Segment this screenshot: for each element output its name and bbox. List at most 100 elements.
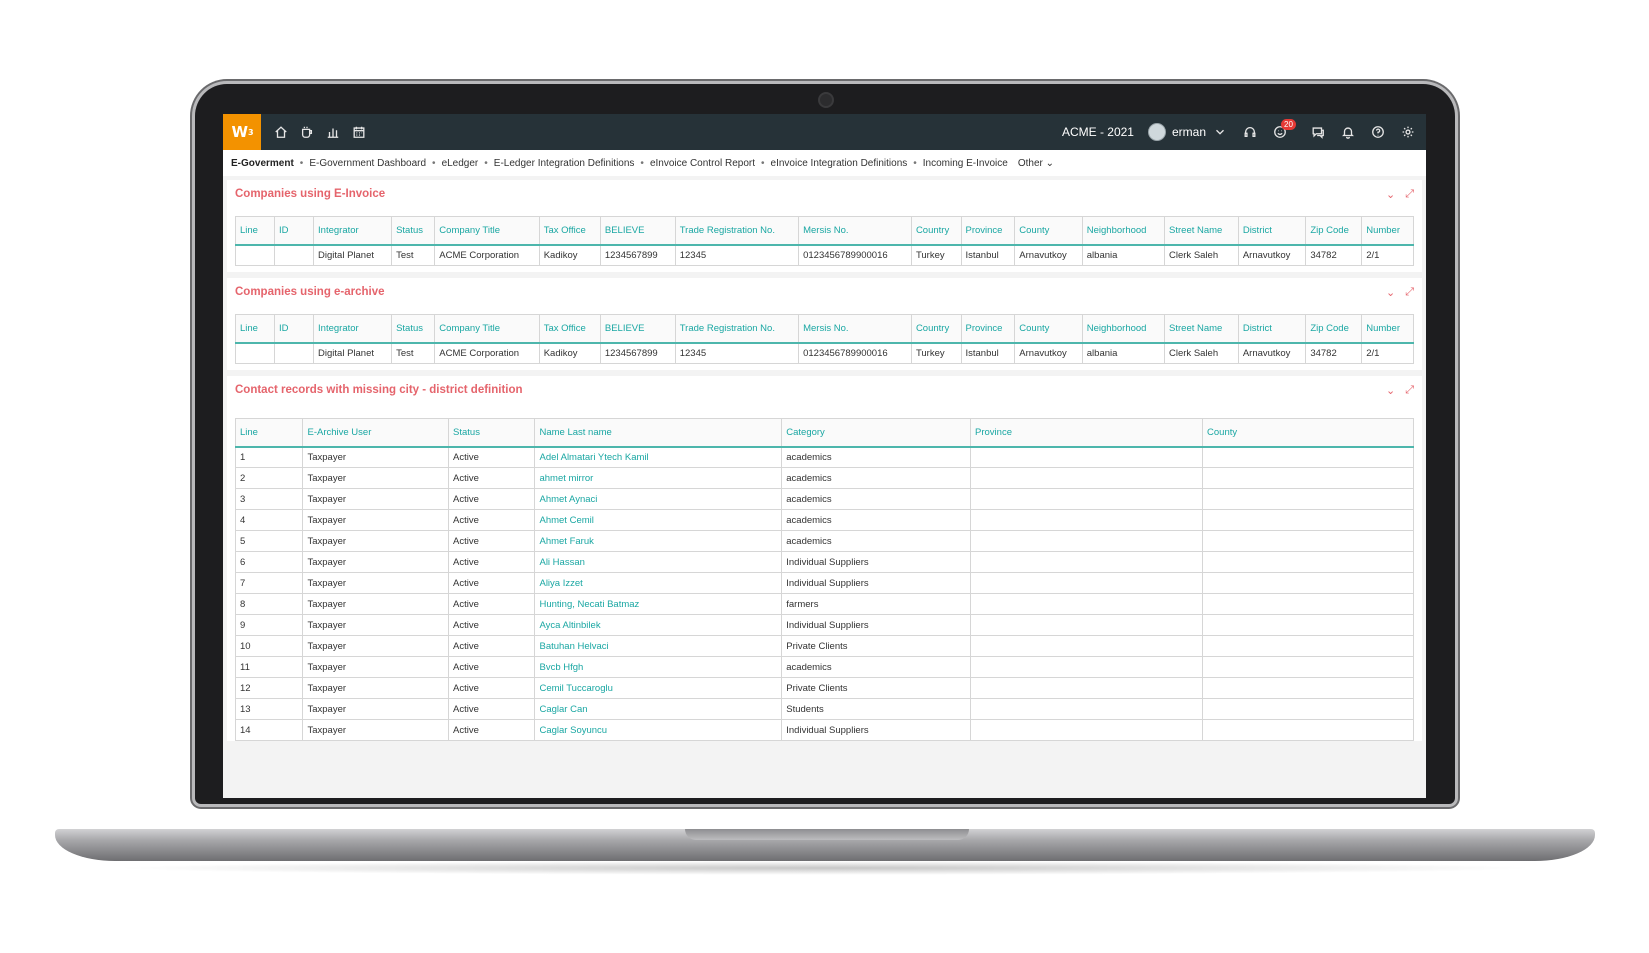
column-header[interactable]: Tax Office xyxy=(538,216,601,246)
table-cell[interactable]: Ahmet Aynaci xyxy=(534,488,783,510)
gear-icon[interactable] xyxy=(1400,124,1416,140)
help-icon[interactable] xyxy=(1370,124,1386,140)
smile-icon[interactable]: 20 xyxy=(1272,119,1296,140)
column-header[interactable]: County xyxy=(1014,314,1083,344)
calendar-icon[interactable] xyxy=(351,124,367,140)
column-header[interactable]: Street Name xyxy=(1164,216,1239,246)
table-row[interactable]: 12 Taxpayer Active Cemil Tuccaroglu Private … xyxy=(234,677,1414,699)
table-cell[interactable]: Batuhan Helvaci xyxy=(534,635,783,657)
breadcrumb-item-eledger[interactable]: eLedger xyxy=(442,158,479,169)
bar-chart-icon[interactable] xyxy=(325,124,341,140)
home-icon[interactable] xyxy=(273,124,289,140)
table-row[interactable]: 7 Taxpayer Active Aliya Izzet Individual Sup… xyxy=(234,572,1414,594)
table-row[interactable]: Digital Planet Test ACME Corporation Kadiko… xyxy=(234,244,1414,266)
expand-icon[interactable]: ⤢ xyxy=(1405,286,1414,299)
table-cell[interactable]: Cemil Tuccaroglu xyxy=(534,677,783,699)
column-header[interactable]: Line xyxy=(234,216,276,246)
column-header[interactable]: Province xyxy=(970,418,1204,448)
breadcrumb-item-eledger-integration[interactable]: E-Ledger Integration Definitions xyxy=(494,158,635,169)
table-cell[interactable]: ahmet mirror xyxy=(534,467,783,489)
column-header[interactable]: Zip Code xyxy=(1305,314,1363,344)
table-row[interactable]: 9 Taxpayer Active Ayca Altinbilek Individual… xyxy=(234,614,1414,636)
column-header[interactable]: BELIEVE xyxy=(599,314,676,344)
table-cell[interactable]: Caglar Can xyxy=(534,698,783,720)
table-row[interactable]: 2 Taxpayer Active ahmet mirror academics xyxy=(234,467,1414,489)
breadcrumb-item-einvoice-integration[interactable]: eInvoice Integration Definitions xyxy=(771,158,908,169)
app-logo[interactable]: W3 xyxy=(223,114,261,150)
breadcrumb-other-menu[interactable]: Other ⌄ xyxy=(1018,158,1054,169)
column-header[interactable]: Status xyxy=(448,418,536,448)
user-menu[interactable]: erman xyxy=(1147,123,1228,141)
column-header[interactable]: District xyxy=(1237,216,1307,246)
table-row[interactable]: 4 Taxpayer Active Ahmet Cemil academics xyxy=(234,509,1414,531)
table-row[interactable]: 1 Taxpayer Active Adel Almatari Ytech Kamil… xyxy=(234,446,1414,468)
table-cell[interactable]: Ahmet Cemil xyxy=(534,509,783,531)
column-header[interactable]: Line xyxy=(234,314,276,344)
column-header[interactable]: Province xyxy=(960,314,1016,344)
column-header[interactable]: Zip Code xyxy=(1305,216,1363,246)
column-header[interactable]: BELIEVE xyxy=(599,216,676,246)
chat-icon[interactable] xyxy=(1310,124,1326,140)
expand-icon[interactable]: ⤢ xyxy=(1405,188,1414,201)
column-header[interactable]: Country xyxy=(910,216,962,246)
table-cell[interactable]: Ahmet Faruk xyxy=(534,530,783,552)
table-cell[interactable]: Hunting, Necati Batmaz xyxy=(534,593,783,615)
table-row[interactable]: 8 Taxpayer Active Hunting, Necati Batmaz far… xyxy=(234,593,1414,615)
column-header[interactable]: Mersis No. xyxy=(798,314,912,344)
column-header[interactable]: Number xyxy=(1361,314,1414,344)
headset-icon[interactable] xyxy=(1242,124,1258,140)
column-header[interactable]: Name Last name xyxy=(534,418,783,448)
column-header[interactable]: Country xyxy=(910,314,962,344)
column-header[interactable]: Trade Registration No. xyxy=(674,314,800,344)
column-header[interactable]: Status xyxy=(391,314,436,344)
table-row[interactable]: 10 Taxpayer Active Batuhan Helvaci Private C… xyxy=(234,635,1414,657)
table-row[interactable]: 6 Taxpayer Active Ali Hassan Individual Supp… xyxy=(234,551,1414,573)
table-row[interactable]: Digital Planet Test ACME Corporation Kadiko… xyxy=(234,342,1414,364)
coffee-icon[interactable] xyxy=(299,124,315,140)
breadcrumb-item-einvoice-control[interactable]: eInvoice Control Report xyxy=(650,158,755,169)
bell-icon[interactable] xyxy=(1340,124,1356,140)
table-row[interactable]: 13 Taxpayer Active Caglar Can Students xyxy=(234,698,1414,720)
breadcrumb-item-incoming-einvoice[interactable]: Incoming E-Invoice xyxy=(923,158,1008,169)
collapse-icon[interactable]: ⌄ xyxy=(1386,384,1395,397)
table-row[interactable]: 11 Taxpayer Active Bvcb Hfgh academics xyxy=(234,656,1414,678)
column-header[interactable]: County xyxy=(1014,216,1083,246)
company-selector[interactable]: ACME - 2021 xyxy=(1062,125,1134,139)
column-header[interactable]: Status xyxy=(391,216,436,246)
breadcrumb-item-egov-dashboard[interactable]: E-Government Dashboard xyxy=(309,158,426,169)
column-header[interactable]: Integrator xyxy=(313,216,393,246)
table-cell[interactable]: Adel Almatari Ytech Kamil xyxy=(534,446,783,468)
table-cell: Active xyxy=(448,593,536,615)
table-row[interactable]: 5 Taxpayer Active Ahmet Faruk academics xyxy=(234,530,1414,552)
breadcrumb-home[interactable]: E-Goverment xyxy=(231,158,294,169)
column-header[interactable]: Mersis No. xyxy=(798,216,912,246)
collapse-icon[interactable]: ⌄ xyxy=(1386,286,1395,299)
column-header[interactable]: District xyxy=(1237,314,1307,344)
column-header[interactable]: Category xyxy=(781,418,972,448)
table-cell[interactable]: Bvcb Hfgh xyxy=(534,656,783,678)
table-row[interactable]: 14 Taxpayer Active Caglar Soyuncu Individual… xyxy=(234,719,1414,741)
column-header[interactable]: Neighborhood xyxy=(1081,314,1166,344)
column-header[interactable]: ID xyxy=(274,216,315,246)
table-cell[interactable]: Aliya Izzet xyxy=(534,572,783,594)
column-header[interactable]: Province xyxy=(960,216,1016,246)
column-header[interactable]: ID xyxy=(274,314,315,344)
column-header[interactable]: Neighborhood xyxy=(1081,216,1166,246)
column-header[interactable]: Integrator xyxy=(313,314,393,344)
table-cell[interactable]: Caglar Soyuncu xyxy=(534,719,783,741)
table-cell: 2 xyxy=(234,467,304,489)
column-header[interactable]: Street Name xyxy=(1164,314,1239,344)
column-header[interactable]: Company Title xyxy=(434,216,540,246)
column-header[interactable]: Number xyxy=(1361,216,1414,246)
table-cell[interactable]: Ali Hassan xyxy=(534,551,783,573)
column-header[interactable]: E-Archive User xyxy=(302,418,450,448)
column-header[interactable]: Line xyxy=(234,418,304,448)
column-header[interactable]: Company Title xyxy=(434,314,540,344)
column-header[interactable]: Tax Office xyxy=(538,314,601,344)
table-cell[interactable]: Ayca Altinbilek xyxy=(534,614,783,636)
expand-icon[interactable]: ⤢ xyxy=(1405,384,1414,397)
column-header[interactable]: County xyxy=(1202,418,1414,448)
table-row[interactable]: 3 Taxpayer Active Ahmet Aynaci academics xyxy=(234,488,1414,510)
collapse-icon[interactable]: ⌄ xyxy=(1386,188,1395,201)
column-header[interactable]: Trade Registration No. xyxy=(674,216,800,246)
